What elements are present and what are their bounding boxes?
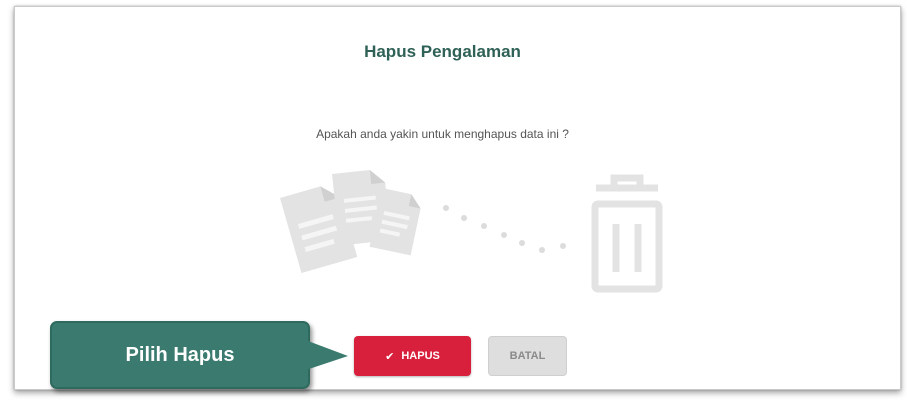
batal-button[interactable]: BATAL [488, 336, 567, 376]
check-icon: ✔ [385, 350, 395, 363]
hapus-button[interactable]: ✔ HAPUS [354, 336, 471, 376]
trash-icon [591, 174, 663, 293]
instruction-callout: Pilih Hapus [50, 321, 310, 389]
confirmation-question: Apakah anda yakin untuk menghapus data i… [316, 127, 569, 141]
callout-label: Pilih Hapus [125, 343, 235, 366]
delete-illustration [250, 160, 680, 310]
dialog-title: Hapus Pengalaman [364, 42, 521, 61]
hapus-button-label: HAPUS [401, 350, 440, 362]
documents-icon [280, 170, 421, 273]
dotted-path [443, 205, 566, 253]
batal-button-label: BATAL [509, 350, 546, 362]
callout-pointer [300, 338, 348, 372]
